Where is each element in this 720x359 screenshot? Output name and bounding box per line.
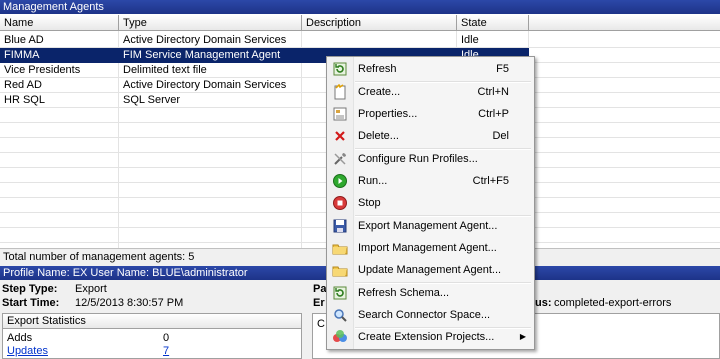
menu-item-run[interactable]: Run... Ctrl+F5 [329,170,532,192]
cell-name: HR SQL [4,94,45,106]
properties-icon [333,107,347,121]
menu-item-shortcut: F5 [496,63,509,75]
menu-item-label: Refresh [358,63,397,75]
menu-item-update-management-agent[interactable]: Update Management Agent... [329,259,532,281]
column-header-description[interactable]: Description [302,15,457,31]
cell-type: FIM Service Management Agent [123,49,281,61]
update-icon [332,266,348,277]
menu-item-export-management-agent[interactable]: Export Management Agent... [329,215,532,237]
menu-item-label: Run... [358,175,388,187]
column-header-state[interactable]: State [457,15,529,31]
cell-type: SQL Server [123,94,181,106]
menu-item-label: Export Management Agent... [358,220,498,232]
cell-description [302,33,457,48]
partial-label-e: Er [313,297,325,309]
column-header-filler [529,15,720,31]
menu-item-import-management-agent[interactable]: Import Management Agent... [329,237,532,259]
menu-item-label: Search Connector Space... [358,309,491,321]
export-statistics-table: Export Statistics Adds 0 Updates 7 [2,313,302,359]
create-icon [334,84,346,100]
cell-name: Red AD [4,79,42,91]
stat-value-updates-link[interactable]: 7 [163,345,169,357]
import-icon [332,244,348,255]
start-time-label: Start Time: [2,297,60,309]
column-header-type[interactable]: Type [119,15,302,31]
submenu-arrow-icon: ▶ [519,332,526,341]
menu-item-label: Create Extension Projects... [358,331,495,343]
step-type-label: Step Type: [2,283,58,295]
table-row[interactable]: Blue AD Active Directory Domain Services… [0,33,720,48]
export-statistics-header[interactable]: Export Statistics [3,314,301,329]
extension-icon [333,330,347,342]
menu-item-properties[interactable]: Properties... Ctrl+P [329,103,532,125]
partial-label-p: Pa [313,283,327,295]
menu-item-refresh[interactable]: Refresh F5 [329,58,532,80]
configure-icon [334,153,346,165]
stat-label-adds: Adds [7,332,33,344]
export-icon [333,219,347,233]
cell-type: Delimited text file [123,64,207,76]
start-time-value: 12/5/2013 8:30:57 PM [75,297,184,309]
search-icon [334,309,347,322]
menu-item-shortcut: Del [492,130,509,142]
menu-item-label: Properties... [358,108,418,120]
refresh-schema-icon [333,286,347,300]
delete-icon [335,131,345,141]
stop-icon [333,196,347,210]
menu-item-configure-run-profiles[interactable]: Configure Run Profiles... [329,148,532,170]
window-title: Management Agents [0,0,720,14]
menu-item-search-connector-space[interactable]: Search Connector Space... [329,304,532,326]
menu-item-shortcut: Ctrl+F5 [472,175,509,187]
menu-item-label: Configure Run Profiles... [358,153,478,165]
cell-name: Vice Presidents [4,64,81,76]
menu-item-shortcut: Ctrl+N [477,86,509,98]
column-header-name[interactable]: Name [0,15,119,31]
status-label-partial: us: [535,297,552,309]
right-pane-partial-c: C [317,318,325,330]
cell-state: Idle [461,34,479,46]
stat-label-updates-link[interactable]: Updates [7,345,48,357]
menu-item-create[interactable]: Create... Ctrl+N [329,81,532,103]
cell-type: Active Directory Domain Services [123,79,287,91]
menu-item-stop[interactable]: Stop [329,192,532,214]
refresh-icon [333,62,347,76]
menu-item-label: Create... [358,86,401,98]
menu-item-label: Refresh Schema... [358,287,450,299]
context-menu: Refresh F5 Create... Ctrl+N Properties..… [326,56,535,350]
menu-item-refresh-schema[interactable]: Refresh Schema... [329,282,532,304]
menu-item-shortcut: Ctrl+P [478,108,509,120]
cell-name: Blue AD [4,34,44,46]
cell-type: Active Directory Domain Services [123,34,287,46]
step-type-value: Export [75,283,107,295]
menu-item-label: Delete... [358,130,399,142]
run-icon [333,174,347,188]
status-value: completed-export-errors [554,297,672,309]
menu-item-label: Stop [358,197,381,209]
menu-item-label: Update Management Agent... [358,264,502,276]
stat-value-adds: 0 [163,332,170,344]
menu-item-create-extension-projects[interactable]: Create Extension Projects... ▶ [329,326,532,348]
menu-item-label: Import Management Agent... [358,242,497,254]
cell-name: FIMMA [4,49,40,61]
menu-item-delete[interactable]: Delete... Del [329,125,532,147]
